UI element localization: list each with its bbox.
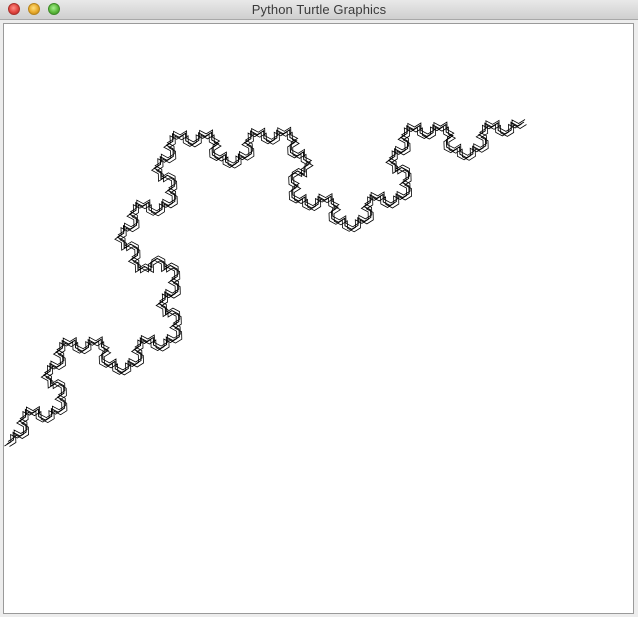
koch-fractal-drawing bbox=[4, 119, 527, 447]
turtle-canvas[interactable] bbox=[3, 23, 634, 614]
turtle-path bbox=[4, 123, 522, 447]
turtle-path bbox=[6, 121, 525, 445]
title-bar[interactable]: Python Turtle Graphics bbox=[0, 0, 638, 20]
turtle-path bbox=[7, 119, 526, 442]
window-title: Python Turtle Graphics bbox=[251, 2, 387, 17]
turtle-path bbox=[9, 124, 527, 447]
turtle-window: Python Turtle Graphics bbox=[0, 0, 638, 617]
